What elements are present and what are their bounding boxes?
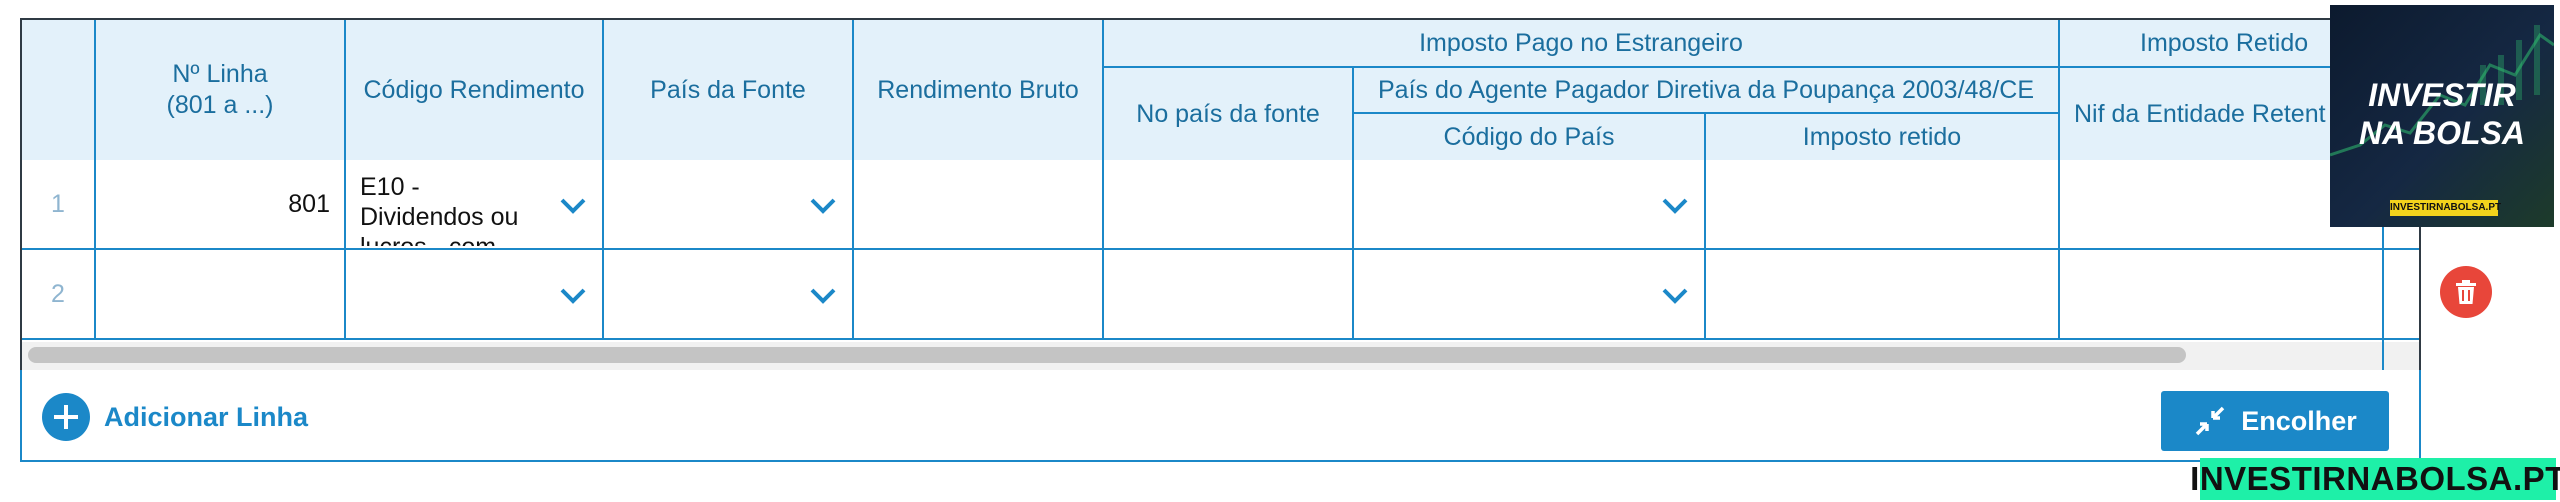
- collapse-icon: [2195, 406, 2225, 436]
- header-codigo-pais: Código do País: [1354, 114, 1704, 160]
- header-divider: [1104, 66, 2058, 68]
- codigo-rendimento-select[interactable]: E10 - Dividendos ou lucros - com: [360, 172, 536, 246]
- header-row-index: [22, 20, 94, 160]
- numero-linha-input[interactable]: 801: [98, 190, 330, 219]
- chevron-down-icon[interactable]: [1662, 288, 1688, 304]
- chevron-down-icon[interactable]: [560, 198, 586, 214]
- chevron-down-icon[interactable]: [1662, 198, 1688, 214]
- header-agente-pagador: País do Agente Pagador Diretiva da Poupa…: [1354, 68, 2058, 112]
- scrollbar-thumb[interactable]: [28, 347, 2186, 363]
- header-pais-fonte: País da Fonte: [604, 20, 852, 160]
- table-row: 1 801 E10 - Dividendos ou lucros - com: [22, 160, 2419, 248]
- row-index: 1: [51, 190, 65, 218]
- header-rendimento-bruto: Rendimento Bruto: [854, 20, 1102, 160]
- logo-line2: NA BOLSA: [2359, 115, 2525, 151]
- delete-row-button[interactable]: [2440, 266, 2492, 318]
- trash-icon: [2456, 280, 2476, 304]
- income-table: Nº Linha (801 a ...) Código Rendimento P…: [20, 18, 2421, 370]
- add-line-label: Adicionar Linha: [104, 401, 309, 432]
- investir-na-bolsa-logo: INVESTIR NA BOLSA INVESTIRNABOLSA.PT: [2330, 5, 2554, 227]
- header-no-pais-fonte: No país da fonte: [1104, 68, 1352, 160]
- row-divider: [22, 338, 2419, 340]
- header-numero-linha: Nº Linha (801 a ...): [96, 20, 344, 160]
- plus-icon: [42, 393, 90, 441]
- header-divider: [1354, 112, 2058, 114]
- add-line-button[interactable]: Adicionar Linha: [42, 393, 308, 441]
- row-index: 2: [51, 280, 65, 308]
- header-imposto-pago: Imposto Pago no Estrangeiro: [1104, 20, 2058, 66]
- chevron-down-icon[interactable]: [560, 288, 586, 304]
- logo-line1: INVESTIR: [2368, 77, 2516, 113]
- chevron-down-icon[interactable]: [810, 288, 836, 304]
- header-codigo-rendimento: Código Rendimento: [346, 20, 602, 160]
- collapse-label: Encolher: [2241, 405, 2357, 436]
- chevron-down-icon[interactable]: [810, 198, 836, 214]
- watermark-banner: INVESTIRNABOLSA.PT: [2190, 458, 2560, 500]
- logo-tag: INVESTIRNABOLSA.PT: [2390, 200, 2501, 216]
- table-row: 2: [22, 250, 2419, 338]
- header-imposto-retido: Imposto retido: [1706, 114, 2058, 160]
- collapse-button[interactable]: Encolher: [2161, 391, 2389, 451]
